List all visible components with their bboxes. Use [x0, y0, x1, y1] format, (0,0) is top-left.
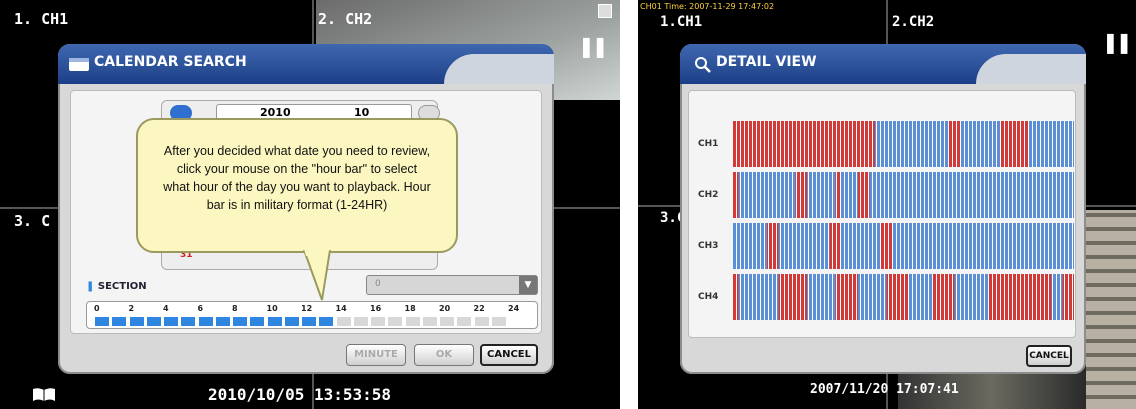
channel-label-1: 1.CH1 — [660, 14, 703, 30]
hour-tick-label: 10 — [266, 304, 278, 313]
hour-cell[interactable] — [336, 317, 351, 326]
row-label: CH1 — [698, 139, 719, 149]
ok-button[interactable]: OK — [414, 344, 474, 366]
search-icon — [695, 57, 711, 73]
hour-cell[interactable] — [302, 317, 316, 326]
hour-cell[interactable] — [112, 317, 127, 326]
hour-cell[interactable] — [233, 317, 247, 326]
calendar-icon — [69, 58, 89, 71]
channel-timeline[interactable] — [733, 274, 1074, 320]
hour-cell[interactable] — [405, 317, 420, 326]
status-icon — [598, 4, 612, 18]
timestamp: 2010/10/05 13:53:58 — [208, 385, 392, 404]
hour-tick-label: 12 — [301, 304, 313, 313]
hour-cell[interactable] — [198, 317, 213, 326]
dialog-title: CALENDAR SEARCH — [94, 54, 247, 70]
hour-cell[interactable] — [164, 317, 178, 326]
section-select[interactable]: 0 ▼ — [366, 275, 538, 295]
channel-label-2: 2. CH2 — [318, 10, 373, 28]
hour-tick-label: 8 — [232, 304, 238, 313]
hour-cell[interactable] — [250, 317, 265, 326]
hour-tick-label: 6 — [197, 304, 204, 313]
chevron-down-icon[interactable]: ▼ — [519, 276, 537, 294]
dialog-header: CALENDAR SEARCH — [58, 44, 554, 84]
row-label: CH4 — [698, 292, 719, 302]
hour-cell[interactable] — [474, 317, 489, 326]
hour-tick-label: 14 — [335, 304, 347, 313]
minute-button[interactable]: MINUTE — [346, 344, 406, 366]
hour-cell[interactable] — [146, 317, 161, 326]
dialog-title: DETAIL VIEW — [716, 54, 817, 70]
timestamp: 2007/11/20 17:07:41 — [810, 382, 959, 397]
channel-timeline[interactable] — [733, 172, 1074, 218]
hour-cell[interactable] — [267, 317, 282, 326]
hour-cell[interactable] — [457, 317, 472, 326]
hour-tick-label: 4 — [163, 304, 169, 313]
section-label: ❚ SECTION — [86, 281, 147, 292]
channel-label-1: 1. CH1 — [14, 10, 69, 28]
channel-label-3: 3. C — [14, 212, 51, 230]
pause-icon[interactable]: ❚❚ — [578, 34, 608, 58]
hour-cell[interactable] — [215, 317, 230, 326]
hour-cell[interactable] — [95, 317, 109, 326]
hour-tick-label: 16 — [370, 304, 382, 313]
left-dvr-screen: 1. CH1 2. CH2 3. C ❚❚ CALENDAR SEARCH 20… — [0, 0, 620, 409]
hour-tick-label: 22 — [473, 304, 485, 313]
channel-timeline[interactable] — [733, 121, 1074, 167]
cancel-button[interactable]: CANCEL — [1026, 345, 1072, 367]
row-label: CH2 — [698, 190, 719, 200]
hour-cell[interactable] — [284, 317, 299, 326]
dialog-header: DETAIL VIEW — [680, 44, 1086, 84]
hour-cell[interactable] — [422, 317, 437, 326]
hour-cell[interactable] — [353, 317, 368, 326]
cancel-button[interactable]: CANCEL — [480, 344, 538, 366]
hour-tick-label: 2 — [128, 304, 135, 313]
channel-label-2: 2.CH2 — [892, 14, 935, 30]
camera-view-ch4 — [1086, 210, 1136, 409]
help-tooltip: After you decided what date you need to … — [136, 118, 458, 253]
hour-cell[interactable] — [181, 317, 196, 326]
hour-cell[interactable] — [440, 317, 454, 326]
hour-tick-label: 20 — [439, 304, 451, 313]
tooltip-pointer — [302, 250, 332, 301]
hour-tick-label: 24 — [508, 304, 520, 313]
hour-tick-label: 0 — [94, 304, 100, 313]
right-dvr-screen: CH01 Time: 2007-11-29 17:47:02 1.CH1 2.C… — [638, 0, 1136, 409]
hour-cell[interactable] — [388, 317, 403, 326]
channel-timeline[interactable] — [733, 223, 1074, 269]
hour-cell[interactable] — [491, 317, 506, 326]
time-overlay: CH01 Time: 2007-11-29 17:47:02 — [640, 2, 775, 11]
hour-cell[interactable] — [371, 317, 385, 326]
hour-tick-label: 18 — [404, 304, 416, 313]
pause-icon[interactable]: ❚❚ — [1102, 30, 1132, 54]
row-label: CH3 — [698, 241, 719, 251]
book-icon[interactable] — [32, 386, 56, 401]
hour-cell[interactable] — [319, 317, 334, 326]
hour-cell[interactable] — [129, 317, 144, 326]
